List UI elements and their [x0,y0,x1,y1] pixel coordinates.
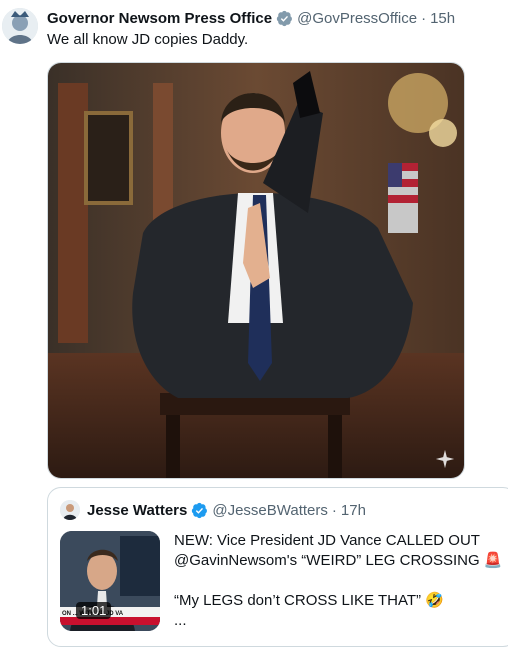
separator-dot: · [421,9,427,27]
quoted-text-line1: NEW: Vice President JD Vance CALLED OUT … [174,532,503,569]
quoted-author-avatar[interactable] [60,500,80,520]
separator-dot: · [331,501,337,519]
author-avatar[interactable] [2,8,38,44]
quoted-author-handle[interactable]: @JesseBWatters [212,502,328,519]
tweet-timestamp[interactable]: 15h [430,10,455,27]
verified-badge-icon [276,10,293,26]
verified-badge-icon [192,502,208,518]
quoted-tweet-timestamp[interactable]: 17h [341,502,366,519]
author-name[interactable]: Governor Newsom Press Office [47,10,272,27]
tweet-media-image[interactable] [47,62,465,479]
quoted-text-line2: “My LEGS don’t CROSS LIKE THAT” 🤣 [174,592,444,609]
sparkle-icon [435,449,455,469]
quoted-video-thumbnail[interactable]: ON ... WITH VP JD VA 1:01 [60,531,160,631]
quoted-tweet-header: Jesse Watters @JesseBWatters · 17h [87,500,366,520]
tweet-text: We all know JD copies Daddy. [47,31,249,48]
tweet-header: Governor Newsom Press Office @GovPressOf… [47,8,455,28]
author-handle[interactable]: @GovPressOffice [297,10,417,27]
video-duration: 1:01 [76,602,112,619]
quoted-tweet[interactable]: Jesse Watters @JesseBWatters · 17h ON ..… [47,487,508,647]
quoted-tweet-text: NEW: Vice President JD Vance CALLED OUT … [174,531,508,631]
quoted-author-name[interactable]: Jesse Watters [87,502,187,519]
quoted-text-more: ... [174,612,187,629]
